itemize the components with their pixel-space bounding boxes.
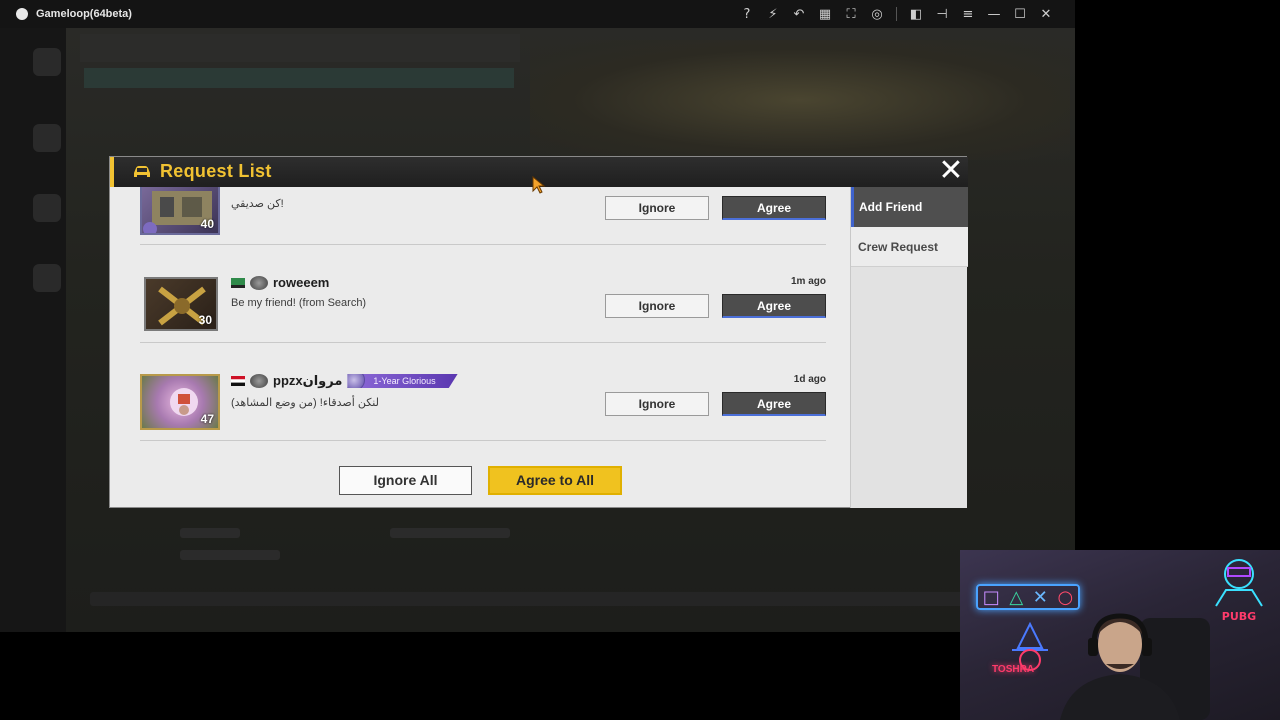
title-badge: 1-Year Glorious xyxy=(347,374,458,388)
badge-medal-icon xyxy=(347,374,366,388)
close-icon[interactable]: ✕ xyxy=(1033,0,1059,28)
request-time: 1d ago xyxy=(793,374,826,385)
ignore-button[interactable]: Ignore xyxy=(605,294,709,318)
pin-icon[interactable]: ⊣ xyxy=(929,0,955,28)
side-menu-item[interactable] xyxy=(33,124,61,152)
rank-icon xyxy=(250,374,268,388)
game-top-strip xyxy=(80,34,520,62)
ignore-button[interactable]: Ignore xyxy=(605,196,709,220)
titlebar-controls: ? ⚡ ↶ ▦ ⛶ ◎ ◧ ⊣ ≡ — ☐ ✕ xyxy=(734,0,1059,28)
list-item: 40 كن صديقي! Ignore Agree xyxy=(110,187,850,245)
mouse-cursor-icon xyxy=(532,176,546,194)
tab-add-friend[interactable]: Add Friend xyxy=(851,187,968,227)
request-message: كن صديقي! xyxy=(231,198,284,210)
game-side-menu xyxy=(0,28,66,632)
fullscreen-icon[interactable]: ⛶ xyxy=(838,0,864,28)
player-name-line: roweeem xyxy=(231,275,329,290)
undo-icon[interactable]: ↶ xyxy=(786,0,812,28)
vehicle-icon xyxy=(134,166,150,177)
ignore-button[interactable]: Ignore xyxy=(605,392,709,416)
rank-icon xyxy=(250,275,268,290)
dialog-title: Request List xyxy=(160,161,272,181)
player-level: 40 xyxy=(200,217,214,231)
avatar[interactable]: 30 xyxy=(144,277,218,331)
request-time: 1m ago xyxy=(790,276,826,287)
ignore-all-button[interactable]: Ignore All xyxy=(339,466,472,495)
game-notice-strip xyxy=(84,68,514,88)
playstation-neon-sign: □ △ ✕ ○ xyxy=(976,584,1080,610)
request-message: Be my friend! (from Search) xyxy=(231,297,367,309)
app-title: Gameloop(64beta) xyxy=(36,8,132,20)
emulator-titlebar: Gameloop(64beta) ? ⚡ ↶ ▦ ⛶ ◎ ◧ ⊣ ≡ — ☐ ✕ xyxy=(0,0,1075,28)
request-message: لنكن أصدقاء! (من وضع المشاهد) xyxy=(231,397,379,409)
streamer-webcam: □ △ ✕ ○ TOSHRA PUBG xyxy=(960,550,1280,720)
request-list-dialog: Request List ✕ 40 كن صديقي! Ignore Agree xyxy=(109,156,968,509)
help-icon[interactable]: ? xyxy=(734,0,760,28)
menu-icon[interactable]: ≡ xyxy=(955,0,981,28)
request-list[interactable]: 40 كن صديقي! Ignore Agree 30 roweeem Be … xyxy=(110,187,850,509)
gameloop-logo-icon xyxy=(16,8,28,20)
tab-crew-request[interactable]: Crew Request xyxy=(851,227,968,267)
request-tabs: Add Friend Crew Request xyxy=(850,187,968,508)
game-background-glow xyxy=(530,40,1070,160)
minimize-icon[interactable]: — xyxy=(981,0,1007,28)
maximize-icon[interactable]: ☐ xyxy=(1007,0,1033,28)
player-level: 30 xyxy=(198,313,212,327)
agree-button[interactable]: Agree xyxy=(722,294,826,318)
game-bottom-rows xyxy=(70,520,1070,620)
neon-name-sign: TOSHRA xyxy=(992,664,1035,675)
pubg-neon-text: PUBG xyxy=(1222,610,1256,623)
sidebar-icon[interactable]: ◧ xyxy=(903,0,929,28)
boost-icon[interactable]: ⚡ xyxy=(760,0,786,28)
avatar[interactable]: 40 xyxy=(140,187,220,235)
gamepad-icon[interactable]: ◎ xyxy=(864,0,890,28)
keyboard-icon[interactable]: ▦ xyxy=(812,0,838,28)
list-item: 30 roweeem Be my friend! (from Search) 1… xyxy=(110,245,850,343)
list-item: 47 ppzxمروان 1-Year Glorious لنكن أصدقاء… xyxy=(110,343,850,441)
player-level: 47 xyxy=(200,412,214,426)
player-name-line: ppzxمروان 1-Year Glorious xyxy=(231,373,458,389)
streamer-person xyxy=(1060,613,1210,720)
close-dialog-button[interactable]: ✕ xyxy=(936,156,966,186)
agree-button[interactable]: Agree xyxy=(722,392,826,416)
pubg-neon-icon: PUBG xyxy=(1215,559,1263,623)
flag-icon xyxy=(231,376,245,386)
avatar[interactable]: 47 xyxy=(140,374,220,430)
player-name[interactable]: roweeem xyxy=(273,275,329,290)
flag-icon xyxy=(231,277,245,288)
agree-button[interactable]: Agree xyxy=(722,196,826,220)
agree-to-all-button[interactable]: Agree to All xyxy=(488,466,622,495)
side-menu-item[interactable] xyxy=(33,194,61,222)
side-menu-item[interactable] xyxy=(33,48,61,76)
player-name[interactable]: ppzxمروان xyxy=(273,373,342,389)
side-menu-item[interactable] xyxy=(33,264,61,292)
